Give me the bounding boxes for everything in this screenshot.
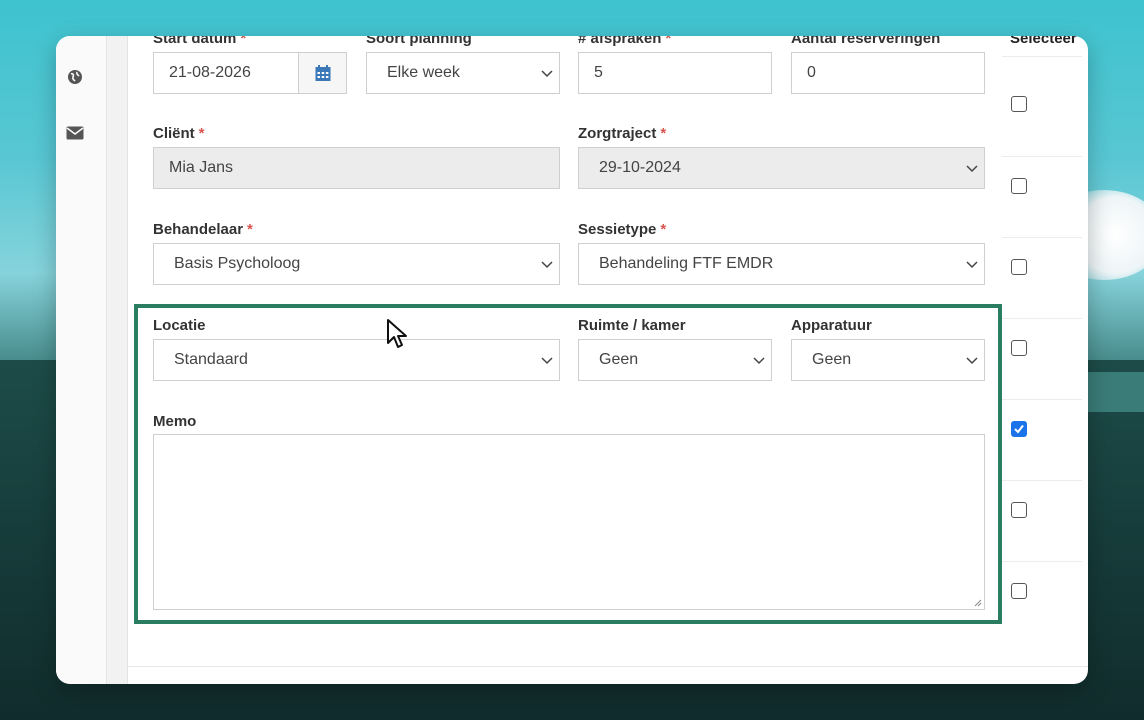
label-zorgtraject: Zorgtraject * xyxy=(578,125,667,142)
resize-grip-icon[interactable] xyxy=(974,599,982,607)
row-divider xyxy=(1002,237,1082,238)
chevron-down-icon xyxy=(541,70,553,78)
start-datum-input[interactable]: 21-08-2026 xyxy=(153,52,299,94)
checkmark-icon xyxy=(1014,424,1024,434)
label-afspraken: # afspraken * xyxy=(578,36,672,47)
sessietype-select[interactable]: Behandeling FTF EMDR xyxy=(578,243,985,285)
row-checkbox-4[interactable] xyxy=(1011,340,1027,356)
row-divider xyxy=(1002,56,1082,57)
sidebar-gutter xyxy=(107,36,128,684)
row-divider xyxy=(1002,399,1082,400)
ruimte-select[interactable]: Geen xyxy=(578,339,772,381)
reserveringen-input[interactable]: 0 xyxy=(791,52,985,94)
calendar-icon xyxy=(315,64,330,81)
sidebar-rail xyxy=(56,36,107,684)
row-divider xyxy=(1002,156,1082,157)
label-soort-planning: Soort planning xyxy=(366,36,472,47)
chevron-down-icon xyxy=(966,357,978,365)
zorgtraject-select[interactable]: 29-10-2024 xyxy=(578,147,985,189)
row-divider xyxy=(1002,561,1082,562)
soort-planning-select[interactable]: Elke week xyxy=(366,52,560,94)
row-checkbox-2[interactable] xyxy=(1011,178,1027,194)
afspraken-input[interactable]: 5 xyxy=(578,52,772,94)
label-aantal-reserveringen: Aantal reserveringen xyxy=(791,36,941,47)
row-checkbox-7[interactable] xyxy=(1011,583,1027,599)
row-checkbox-5[interactable] xyxy=(1011,421,1027,437)
locatie-select[interactable]: Standaard xyxy=(153,339,560,381)
client-input: Mia Jans xyxy=(153,147,560,189)
footer-divider xyxy=(128,666,1088,667)
chevron-down-icon xyxy=(753,357,765,365)
label-sessietype: Sessietype * xyxy=(578,221,667,238)
row-checkbox-6[interactable] xyxy=(1011,502,1027,518)
mouse-cursor-icon xyxy=(387,319,407,348)
select-column-header: Selecteer xyxy=(1010,36,1077,47)
row-divider xyxy=(1002,318,1082,319)
select-column: Selecteer xyxy=(1002,36,1088,684)
row-checkbox-1[interactable] xyxy=(1011,96,1027,112)
behandelaar-select[interactable]: Basis Psycholoog xyxy=(153,243,560,285)
chevron-down-icon xyxy=(966,261,978,269)
row-checkbox-3[interactable] xyxy=(1011,259,1027,275)
app-window: Start datum * 21-08-2026 Soort planning E… xyxy=(56,36,1088,684)
apparatuur-select[interactable]: Geen xyxy=(791,339,985,381)
chevron-down-icon xyxy=(541,357,553,365)
label-locatie: Locatie xyxy=(153,317,206,334)
chevron-down-icon xyxy=(966,165,978,173)
label-client: Cliënt * xyxy=(153,125,205,142)
label-apparatuur: Apparatuur xyxy=(791,317,872,334)
label-memo: Memo xyxy=(153,413,197,430)
date-picker-button[interactable] xyxy=(298,52,347,94)
label-start-datum: Start datum * xyxy=(153,36,247,47)
chevron-down-icon xyxy=(541,261,553,269)
row-divider xyxy=(1002,480,1082,481)
label-ruimte-kamer: Ruimte / kamer xyxy=(578,317,686,334)
envelope-icon[interactable] xyxy=(66,124,84,142)
memo-textarea[interactable] xyxy=(153,434,985,610)
label-behandelaar: Behandelaar * xyxy=(153,221,253,238)
globe-icon[interactable] xyxy=(66,68,84,86)
